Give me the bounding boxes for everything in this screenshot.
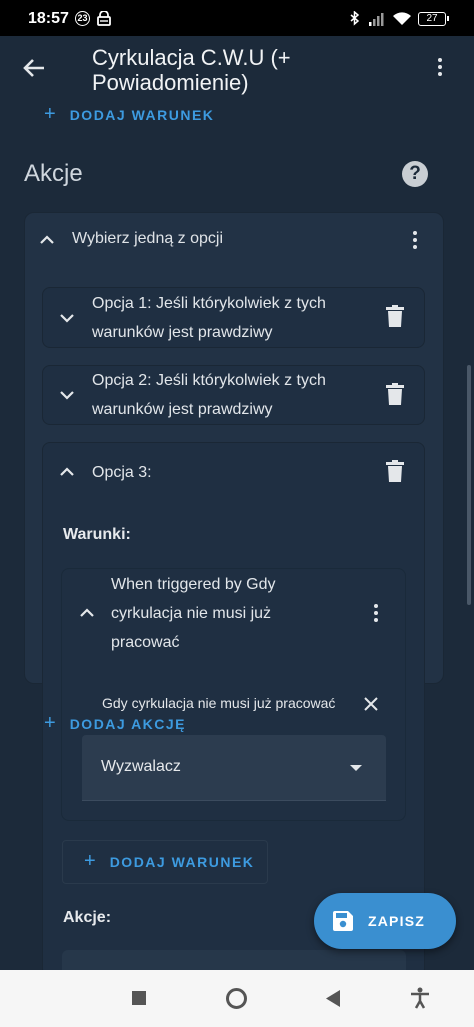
lock-icon xyxy=(97,11,111,26)
recent-apps-icon[interactable] xyxy=(132,991,146,1005)
status-bar: 18:57 23 27 xyxy=(0,0,474,36)
chevron-down-icon[interactable] xyxy=(60,311,74,325)
chevron-down-icon[interactable] xyxy=(60,388,74,402)
inner-action-card xyxy=(62,950,406,970)
signal-icon xyxy=(369,13,384,26)
option-2-label: Opcja 2: Jeśli którykolwiek z tych warun… xyxy=(92,372,326,418)
add-action-label: DODAJ AKCJĘ xyxy=(69,715,187,732)
save-button[interactable]: ZAPISZ xyxy=(314,893,456,949)
chevron-up-icon[interactable] xyxy=(40,233,54,247)
add-action-button[interactable]: + DODAJ AKCJĘ xyxy=(44,712,186,735)
option-1-label: Opcja 1: Jeśli którykolwiek z tych warun… xyxy=(92,295,326,341)
add-condition-inner[interactable]: + DODAJ WARUNEK xyxy=(84,850,254,873)
add-condition-inner-label: DODAJ WARUNEK xyxy=(109,853,255,870)
more-vertical-icon[interactable] xyxy=(407,229,423,251)
add-condition-label: DODAJ WARUNEK xyxy=(69,106,215,123)
notification-badge: 23 xyxy=(75,11,90,26)
option-3-label: Opcja 3: xyxy=(92,464,152,481)
delete-icon[interactable] xyxy=(386,383,404,405)
trigger-chip-label: Gdy cyrkulacja nie musi już pracować xyxy=(102,695,336,711)
scrollbar[interactable] xyxy=(467,365,471,605)
battery-level: 27 xyxy=(418,12,449,26)
choose-option-label: Wybierz jedną z opcji xyxy=(72,230,224,247)
conditions-label: Warunki: xyxy=(63,526,131,543)
home-icon[interactable] xyxy=(226,988,247,1009)
delete-icon[interactable] xyxy=(386,460,404,482)
arrow-left-icon[interactable] xyxy=(18,52,50,84)
plus-icon: + xyxy=(84,850,96,872)
more-vertical-icon[interactable] xyxy=(432,56,448,78)
plus-icon: + xyxy=(44,712,56,734)
wifi-icon xyxy=(393,12,411,25)
close-icon[interactable] xyxy=(364,697,378,711)
add-condition-button[interactable]: + DODAJ WARUNEK xyxy=(44,103,214,126)
save-icon xyxy=(333,911,353,931)
chevron-up-icon[interactable] xyxy=(80,606,94,620)
actions-section-title: Akcje xyxy=(24,160,83,187)
help-circle-icon[interactable]: ? xyxy=(402,161,428,187)
delete-icon[interactable] xyxy=(386,305,404,327)
system-nav-bar xyxy=(0,970,474,1027)
inner-actions-label: Akcje: xyxy=(63,909,112,926)
page-title: Cyrkulacja C.W.U (+ Powiadomienie) xyxy=(92,45,291,95)
chevron-up-icon[interactable] xyxy=(60,465,74,479)
trigger-condition-label: When triggered by Gdy cyrkulacja nie mus… xyxy=(111,576,276,651)
bluetooth-icon xyxy=(350,11,360,26)
save-label: ZAPISZ xyxy=(368,913,425,929)
back-nav-icon[interactable] xyxy=(326,990,341,1007)
plus-icon: + xyxy=(44,103,56,125)
status-time: 18:57 xyxy=(28,10,69,27)
more-vertical-icon[interactable] xyxy=(368,602,384,624)
trigger-select-value: Wyzwalacz xyxy=(101,758,181,775)
dropdown-arrow-icon[interactable] xyxy=(350,765,362,771)
accessibility-icon[interactable] xyxy=(410,987,430,1009)
